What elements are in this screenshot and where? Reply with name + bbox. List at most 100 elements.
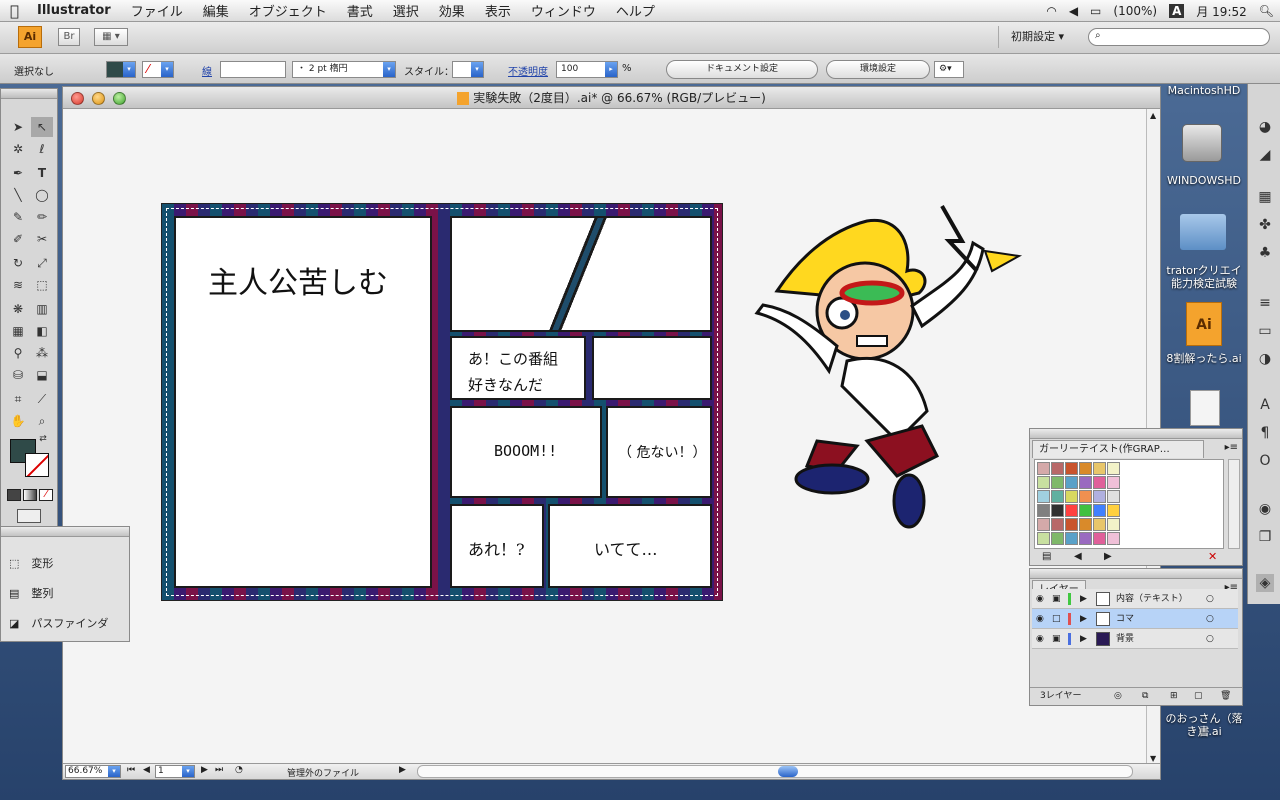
menu-effect[interactable]: 効果	[429, 1, 475, 20]
minimize-button[interactable]	[92, 92, 105, 105]
swatch-cell[interactable]	[1037, 490, 1050, 503]
swatch-cell[interactable]	[1079, 462, 1092, 475]
swatch-panel-menu-icon[interactable]: ▸≡	[1225, 442, 1238, 453]
gradient-panel-icon[interactable]: ▭	[1256, 322, 1274, 340]
spotlight-icon[interactable]: 🔍︎	[1259, 4, 1274, 18]
comic-panel-2[interactable]	[450, 216, 712, 332]
desktop-folder-label-1[interactable]: tratorクリエイ	[1162, 264, 1246, 277]
ellipse-tool-icon[interactable]: ◯	[31, 185, 53, 205]
expand-arrow-icon[interactable]: ▶	[1080, 609, 1087, 629]
target-circle-icon[interactable]: ○	[1206, 629, 1214, 649]
swatch-cell[interactable]	[1107, 462, 1120, 475]
character-illustration[interactable]	[737, 201, 1027, 531]
graphic-styles-icon[interactable]: ❐	[1256, 528, 1274, 546]
delete-swatch-icon[interactable]: ✕	[1208, 550, 1217, 563]
workspace-switcher[interactable]: 初期設定 ▾	[998, 26, 1076, 48]
horizontal-scroll-thumb[interactable]	[778, 766, 798, 777]
swatch-cell[interactable]	[1079, 504, 1092, 517]
transform-item[interactable]: ⬚ 変形	[9, 551, 53, 577]
swatch-cell[interactable]	[1093, 476, 1106, 489]
menu-view[interactable]: 表示	[475, 1, 521, 20]
page-field[interactable]: 1 ▾	[155, 765, 195, 778]
swatch-cell[interactable]	[1051, 476, 1064, 489]
layer-name[interactable]: 内容（テキスト）	[1116, 589, 1188, 609]
layers-icon[interactable]: ◈	[1256, 574, 1274, 592]
swatch-cell[interactable]	[1079, 518, 1092, 531]
clock[interactable]: 月 19:52	[1196, 3, 1246, 20]
swatch-cell[interactable]	[1107, 532, 1120, 545]
symbols-icon[interactable]: ♣	[1256, 244, 1274, 262]
live-paint-selection-tool-icon[interactable]: ⬓	[31, 365, 53, 385]
locate-object-icon[interactable]: ◎	[1114, 688, 1122, 704]
swatch-cell[interactable]	[1065, 532, 1078, 545]
menu-window[interactable]: ウィンドウ	[521, 1, 606, 20]
menu-object[interactable]: オブジェクト	[239, 1, 337, 20]
hand-tool-icon[interactable]: ✋	[7, 411, 29, 431]
swatch-cell[interactable]	[1065, 504, 1078, 517]
brush-definition-select[interactable]: ・ 2 pt 楕円 ▾	[292, 61, 396, 78]
ai-file-desktop-icon[interactable]: Ai	[1186, 302, 1222, 346]
color-guide-icon[interactable]: ◕	[1256, 118, 1274, 136]
pencil-tool-icon[interactable]: ✏	[31, 207, 53, 227]
swatch-cell[interactable]	[1051, 490, 1064, 503]
stroke-panel-icon[interactable]: ≡	[1256, 294, 1274, 312]
swatch-cell[interactable]	[1065, 490, 1078, 503]
align-item[interactable]: ▤ 整列	[9, 581, 53, 607]
slice-tool-icon[interactable]: ⟋	[31, 389, 53, 409]
swatch-cell[interactable]	[1065, 462, 1078, 475]
document-setup-button[interactable]: ドキュメント設定	[666, 60, 818, 79]
comic-panel-4[interactable]	[592, 336, 712, 400]
close-button[interactable]	[71, 92, 84, 105]
layer-row-koma[interactable]: ◉ □ ▶ コマ ○	[1032, 609, 1238, 629]
swatch-cell[interactable]	[1093, 504, 1106, 517]
opacity-label[interactable]: 不透明度	[508, 63, 548, 78]
visibility-eye-icon[interactable]: ◉	[1036, 629, 1044, 649]
swatch-cell[interactable]	[1079, 490, 1092, 503]
crop-area-tool-icon[interactable]: ⌗	[7, 389, 29, 409]
prev-page-icon[interactable]: ◀	[143, 765, 150, 775]
blob-brush-tool-icon[interactable]: ✐	[7, 229, 29, 249]
brushes-icon[interactable]: ✤	[1256, 216, 1274, 234]
swatch-cell[interactable]	[1107, 504, 1120, 517]
desktop-file-label-2[interactable]: き）.ai	[1162, 725, 1246, 738]
opentype-icon[interactable]: O	[1256, 452, 1274, 470]
swatch-cell[interactable]	[1065, 476, 1078, 489]
pen-tool-icon[interactable]: ✒	[7, 163, 29, 183]
next-library-icon[interactable]: ▶	[1104, 551, 1112, 562]
layer-name[interactable]: 背景	[1116, 629, 1134, 649]
character-icon[interactable]: A	[1256, 396, 1274, 414]
folder-icon[interactable]	[1180, 214, 1226, 250]
menu-edit[interactable]: 編集	[193, 1, 239, 20]
target-circle-icon[interactable]: ○	[1206, 609, 1214, 629]
type-tool-icon[interactable]: T	[31, 163, 53, 183]
make-clipping-mask-icon[interactable]: ⧉	[1142, 688, 1148, 704]
comic-panel-5[interactable]: BOOOM!!	[450, 406, 602, 498]
mesh-tool-icon[interactable]: ▦	[7, 321, 29, 341]
expand-arrow-icon[interactable]: ▶	[1080, 589, 1087, 609]
swatch-cell[interactable]	[1037, 518, 1050, 531]
comic-panel-1[interactable]: 主人公苦しむ	[174, 216, 432, 588]
paragraph-icon[interactable]: ¶	[1256, 424, 1274, 442]
hard-drive-icon[interactable]	[1182, 124, 1222, 162]
none-mode-icon[interactable]: ⁄	[39, 489, 53, 501]
layer-row-content[interactable]: ◉ ▣ ▶ 内容（テキスト） ○	[1032, 589, 1238, 609]
menu-select[interactable]: 選択	[383, 1, 429, 20]
next-page-icon[interactable]: ▶	[201, 765, 208, 775]
swatch-cell[interactable]	[1093, 518, 1106, 531]
lasso-tool-icon[interactable]: ℓ	[31, 139, 53, 159]
comic-panel-8[interactable]: いてて…	[548, 504, 712, 588]
live-paint-bucket-tool-icon[interactable]: ⛁	[7, 365, 29, 385]
lock-icon[interactable]: □	[1052, 609, 1061, 629]
swatch-library-tab[interactable]: ガーリーテイスト(作GRAP…	[1032, 440, 1204, 458]
bridge-button[interactable]: Br	[58, 28, 80, 46]
magic-wand-tool-icon[interactable]: ✲	[7, 139, 29, 159]
previous-library-icon[interactable]: ◀	[1074, 551, 1082, 562]
free-transform-tool-icon[interactable]: ⬚	[31, 275, 53, 295]
horizontal-scrollbar[interactable]	[417, 765, 1133, 778]
menu-file[interactable]: ファイル	[121, 1, 193, 20]
volume-icon[interactable]: ◀	[1069, 4, 1078, 18]
trash-icon[interactable]: 🗑︎	[1220, 688, 1231, 704]
search-field[interactable]: ⌕	[1088, 28, 1270, 46]
new-sublayer-icon[interactable]: ⊞	[1170, 688, 1178, 704]
lock-icon[interactable]: ▣	[1052, 589, 1061, 609]
